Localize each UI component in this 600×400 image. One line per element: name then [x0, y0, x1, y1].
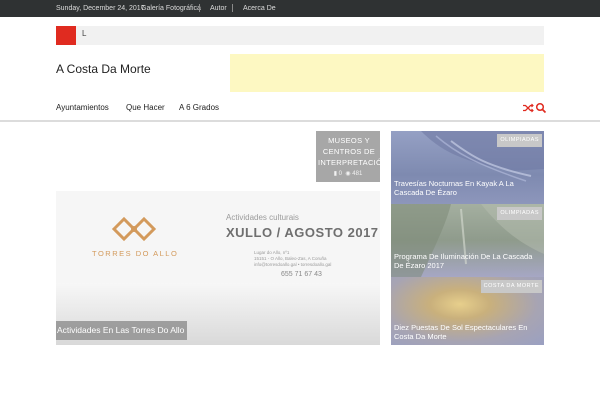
nav-item-que-hacer[interactable]: Que Hacer [126, 103, 165, 112]
flyer-address: Lugar do Allo, nº1 15151 - O Allo, Baleo… [254, 250, 378, 268]
topbar-divider [232, 4, 233, 12]
comment-icon: ▮ [333, 171, 337, 177]
flyer-phone: 655 71 67 43 [281, 271, 322, 278]
category-tag[interactable]: COSTA DA MORTE [480, 280, 542, 293]
flyer-kicker: Actividades culturais [226, 213, 299, 222]
top-bar: Sunday, December 24, 2017 Galería Fotogr… [0, 0, 600, 17]
site-title[interactable]: A Costa Da Morte [56, 62, 151, 76]
shuffle-icon[interactable] [522, 102, 534, 114]
side-post-card[interactable]: OLIMPIADAS Programa De Iluminación De La… [391, 204, 544, 277]
news-ticker: L [56, 26, 544, 45]
topbar-divider [199, 4, 200, 12]
ticker-label [56, 26, 76, 45]
featured-image[interactable]: TORRES DO ALLO Actividades culturais XUL… [56, 191, 380, 283]
category-tile-museos[interactable]: MUSEOS Y CENTROS DE INTERPRETACIÓN ▮ 0 ◉… [316, 131, 380, 182]
featured-post[interactable]: TORRES DO ALLO Actividades culturais XUL… [56, 191, 380, 345]
topbar-link-acerca[interactable]: Acerca De [243, 0, 276, 17]
nav-item-ayuntamientos[interactable]: Ayuntamientos [56, 103, 109, 112]
side-post-card[interactable]: COSTA DA MORTE Diez Puestas De Sol Espec… [391, 277, 544, 345]
category-tag[interactable]: OLIMPIADAS [497, 134, 542, 147]
flyer-brand: TORRES DO ALLO [92, 249, 179, 258]
category-tag[interactable]: OLIMPIADAS [497, 207, 542, 220]
flyer-headline: XULLO / AGOSTO 2017 [226, 225, 379, 240]
featured-post-title[interactable]: Actividades En Las Torres Do Allo [56, 321, 188, 340]
nav-item-a-6-grados[interactable]: A 6 Grados [179, 103, 219, 112]
eye-icon: ◉ [345, 171, 351, 177]
search-icon[interactable] [535, 102, 547, 114]
ticker-text[interactable]: L [82, 29, 86, 38]
main-nav: Ayuntamientos Que Hacer A 6 Grados [0, 96, 600, 120]
tile-stats: ▮ 0 ◉ 481 [316, 170, 380, 177]
comment-count: 0 [338, 171, 343, 177]
side-post-title[interactable]: Diez Puestas De Sol Espectaculares En Co… [394, 323, 540, 341]
header-ad-banner[interactable] [230, 54, 544, 92]
side-post-title[interactable]: Travesías Nocturnas En Kayak A La Cascad… [394, 179, 540, 197]
torres-do-allo-logo [111, 216, 157, 242]
side-post-title[interactable]: Programa De Iluminación De La Cascada De… [394, 252, 540, 270]
topbar-link-autor[interactable]: Autor [210, 0, 227, 17]
current-date: Sunday, December 24, 2017 [56, 5, 145, 12]
topbar-link-galeria[interactable]: Galería Fotográfica [141, 0, 201, 17]
view-count: 481 [352, 171, 363, 177]
flyer-address-line: info@torresdoallo.gal • torresdoallo.gal [254, 262, 332, 267]
side-post-list: OLIMPIADAS Travesías Nocturnas En Kayak … [391, 131, 544, 345]
side-post-card[interactable]: OLIMPIADAS Travesías Nocturnas En Kayak … [391, 131, 544, 204]
nav-divider [0, 120, 600, 122]
tile-title: MUSEOS Y CENTROS DE INTERPRETACIÓN [318, 136, 380, 167]
